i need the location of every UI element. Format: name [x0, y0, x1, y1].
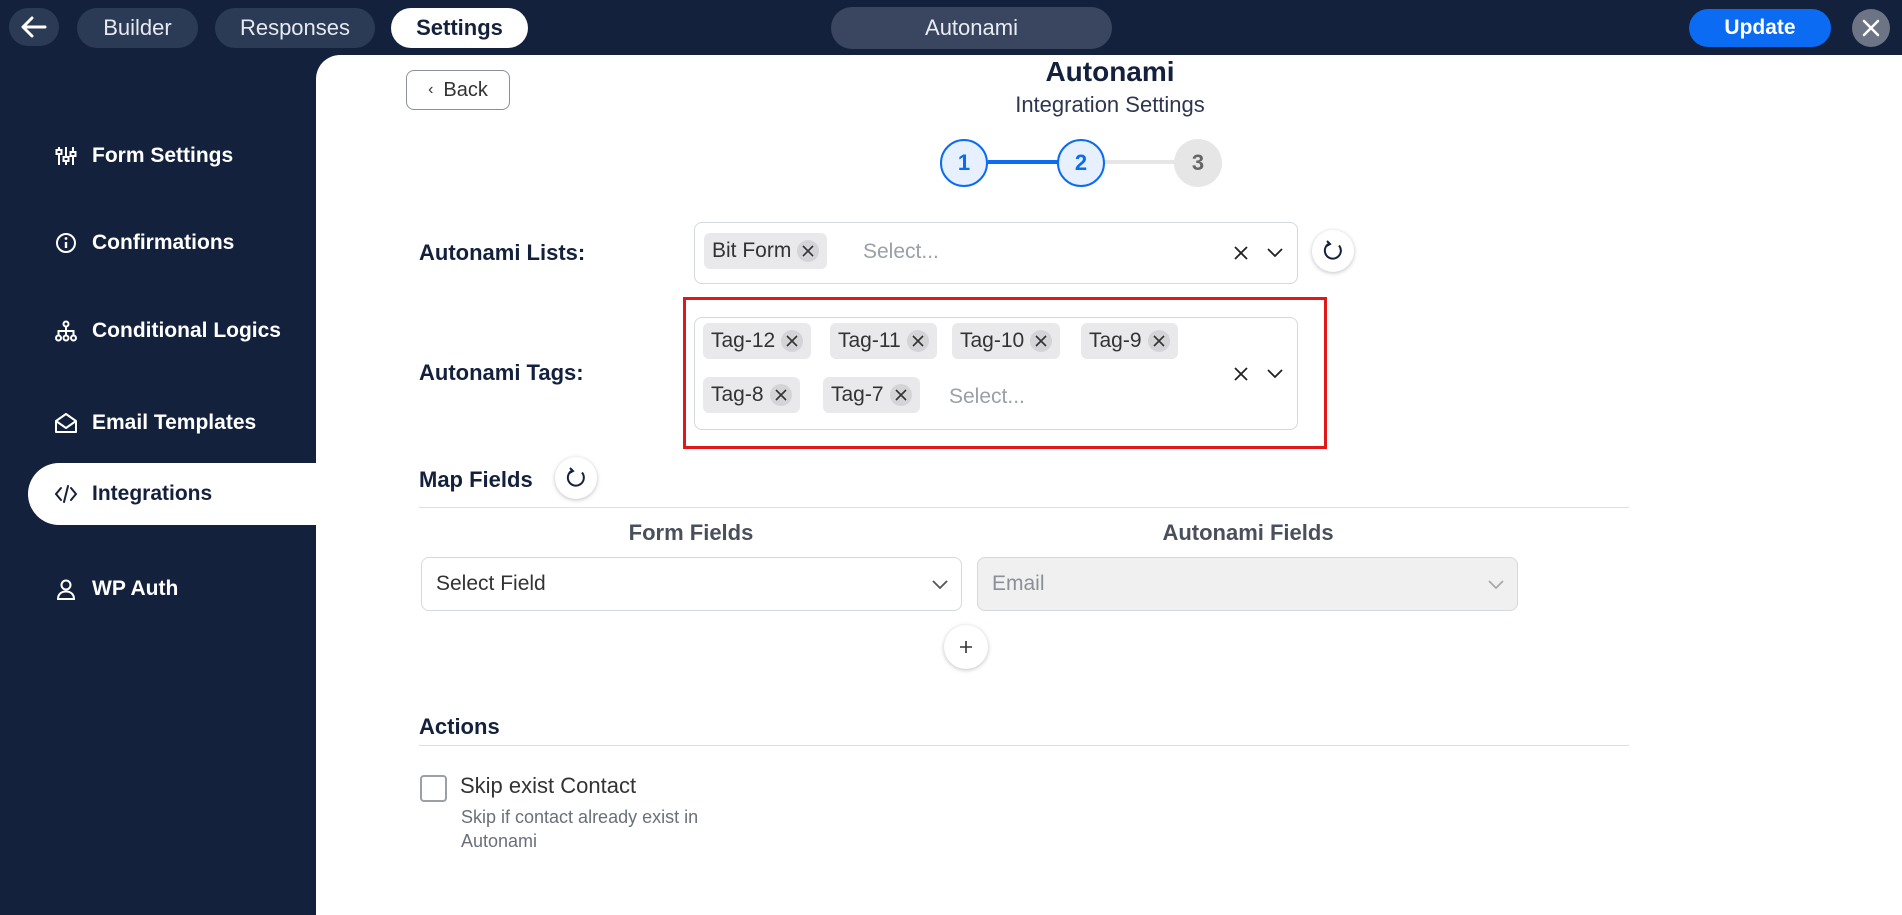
- tags-select[interactable]: Tag-12 Tag-11 Tag-10 Tag-9 Tag-8 Tag-7 S…: [694, 317, 1298, 430]
- close-icon: [1035, 335, 1047, 347]
- chip-label: Tag-9: [1089, 329, 1142, 352]
- form-fields-header: Form Fields: [628, 520, 754, 545]
- tag-chip: Tag-10: [952, 323, 1061, 359]
- refresh-icon: [1323, 240, 1342, 260]
- close-icon: [1152, 335, 1165, 347]
- refresh-icon: [566, 467, 585, 487]
- remove-chip-button[interactable]: [889, 384, 912, 406]
- arrow-left-icon: [21, 16, 47, 38]
- close-icon: [786, 335, 798, 347]
- form-field-select[interactable]: Select Field: [421, 557, 962, 611]
- skip-contact-help: Skip if contact already exist in Autonam…: [461, 807, 699, 851]
- autonami-fields-header: Autonami Fields: [1162, 520, 1334, 545]
- divider: [419, 507, 1629, 508]
- plus-icon: [960, 641, 972, 653]
- sliders-icon: [52, 142, 80, 170]
- sidebar-item-label: WP Auth: [92, 577, 179, 600]
- remove-chip-button[interactable]: [797, 240, 820, 262]
- actions-title: Actions: [419, 714, 500, 739]
- chip-label: Tag-7: [831, 383, 884, 406]
- update-button[interactable]: Update: [1689, 9, 1831, 47]
- code-icon: [52, 480, 80, 508]
- page-title: Autonami: [1045, 56, 1175, 87]
- list-chip-bit-form: Bit Form: [704, 233, 828, 269]
- step-3[interactable]: 3: [1174, 139, 1222, 187]
- chip-label: Bit Form: [712, 239, 792, 262]
- sidebar-item-label: Integrations: [92, 482, 213, 505]
- step-connector-done: [988, 160, 1058, 164]
- refresh-fields-button[interactable]: [555, 457, 597, 499]
- sidebar-item-label: Form Settings: [92, 144, 234, 167]
- remove-chip-button[interactable]: [781, 330, 804, 352]
- tab-responses[interactable]: Responses: [215, 8, 375, 48]
- step-2[interactable]: 2: [1057, 139, 1105, 187]
- chevron-down-icon[interactable]: [1264, 242, 1286, 264]
- tag-chip: Tag-12: [703, 323, 812, 359]
- sidebar-item-wp-auth[interactable]: WP Auth: [28, 558, 316, 620]
- remove-chip-button[interactable]: [1030, 330, 1053, 352]
- step-1[interactable]: 1: [940, 139, 988, 187]
- tag-chip: Tag-11: [830, 323, 937, 359]
- tag-chip: Tag-9: [1081, 323, 1178, 359]
- tag-chip: Tag-8: [703, 377, 800, 413]
- map-fields-title: Map Fields: [419, 467, 533, 492]
- close-icon: [912, 335, 924, 347]
- chevron-down-icon: [932, 580, 948, 590]
- info-icon: [52, 229, 80, 257]
- step-connector-todo: [1104, 160, 1174, 164]
- sidebar-item-label: Conditional Logics: [92, 319, 281, 342]
- top-bar: Builder Responses Settings Autonami Upda…: [0, 0, 1902, 55]
- chevron-down-icon: [1488, 580, 1504, 590]
- close-button[interactable]: [1852, 9, 1890, 47]
- lists-select[interactable]: Bit Form Select...: [694, 222, 1298, 284]
- remove-chip-button[interactable]: [1147, 330, 1170, 352]
- close-icon: [802, 245, 814, 257]
- refresh-lists-button[interactable]: [1312, 230, 1354, 272]
- autonami-field-value: Email: [992, 572, 1045, 595]
- sidebar-item-form-settings[interactable]: Form Settings: [28, 125, 316, 187]
- add-field-button[interactable]: [944, 625, 988, 669]
- tab-builder[interactable]: Builder: [77, 8, 198, 48]
- remove-chip-button[interactable]: [906, 330, 929, 352]
- back-arrow-button[interactable]: [9, 8, 59, 46]
- clear-icon[interactable]: [1230, 242, 1252, 264]
- user-icon: [52, 575, 80, 603]
- close-icon: [774, 389, 787, 401]
- sidebar-item-integrations[interactable]: Integrations: [28, 463, 316, 525]
- remove-chip-button[interactable]: [769, 384, 792, 406]
- skip-contact-checkbox[interactable]: [420, 775, 447, 802]
- chip-label: Tag-8: [711, 383, 764, 406]
- sidebar-item-label: Confirmations: [92, 231, 235, 254]
- form-title[interactable]: Autonami: [831, 7, 1112, 49]
- sidebar-item-label: Email Templates: [92, 411, 257, 434]
- chevron-down-icon[interactable]: [1264, 363, 1286, 385]
- back-label: Back: [443, 78, 488, 101]
- tag-chip: Tag-7: [823, 377, 920, 413]
- sidebar-item-conditional-logics[interactable]: Conditional Logics: [28, 300, 316, 362]
- sidebar-item-confirmations[interactable]: Confirmations: [28, 212, 316, 274]
- envelope-open-icon: [52, 409, 80, 437]
- skip-contact-label[interactable]: Skip exist Contact: [460, 773, 636, 799]
- form-field-value: Select Field: [436, 572, 546, 595]
- tab-settings[interactable]: Settings: [391, 8, 528, 48]
- tags-placeholder: Select...: [949, 385, 1025, 408]
- tags-label: Autonami Tags:: [419, 360, 584, 385]
- divider: [419, 745, 1629, 746]
- page-subtitle: Integration Settings: [1015, 92, 1205, 117]
- back-button[interactable]: ‹ Back: [406, 70, 510, 110]
- clear-icon[interactable]: [1230, 363, 1252, 385]
- chip-label: Tag-10: [960, 329, 1025, 352]
- close-icon: [1862, 19, 1880, 37]
- chevron-left-icon: ‹: [428, 81, 434, 98]
- lists-placeholder: Select...: [863, 240, 939, 263]
- sidebar-item-email-templates[interactable]: Email Templates: [28, 392, 316, 454]
- autonami-field-select: Email: [977, 557, 1518, 611]
- sidebar: Form Settings Confirmations Conditional …: [0, 55, 316, 915]
- close-icon: [894, 389, 907, 401]
- lists-label: Autonami Lists:: [419, 240, 586, 265]
- chip-label: Tag-12: [711, 329, 776, 352]
- chip-label: Tag-11: [838, 329, 901, 352]
- sitemap-icon: [52, 317, 80, 345]
